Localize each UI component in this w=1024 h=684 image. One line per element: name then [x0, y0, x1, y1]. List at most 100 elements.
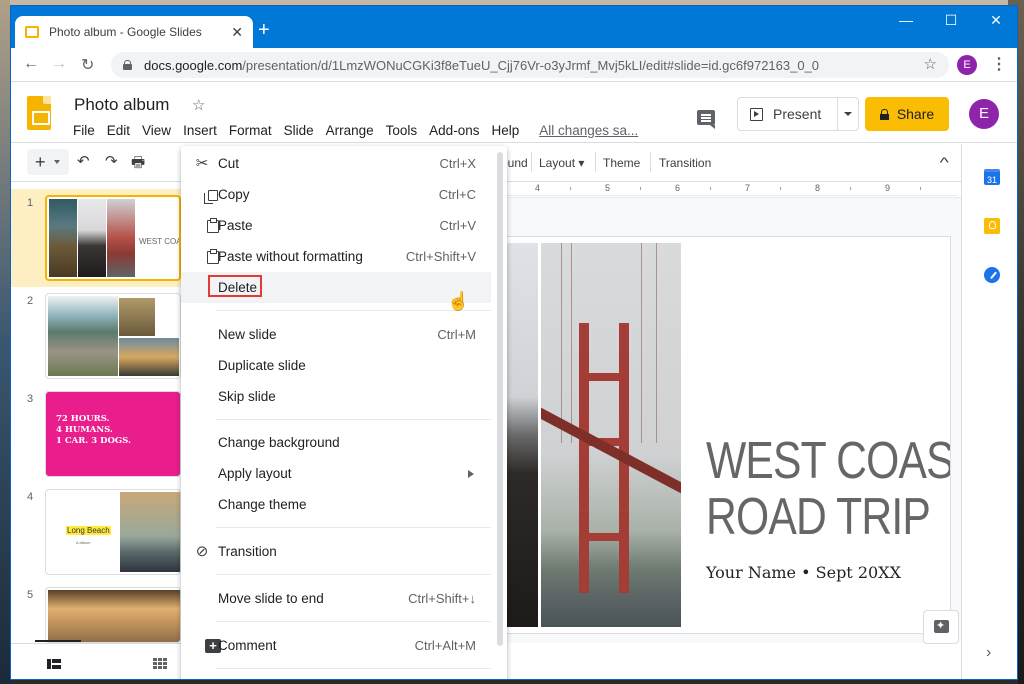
menu-slide[interactable]: Slide: [278, 121, 320, 140]
present-dropdown-button[interactable]: [838, 98, 858, 130]
filmstrip-view-icon[interactable]: [47, 659, 61, 669]
slide-thumbnail[interactable]: 72 HOURS. 4 HUMANS. 1 CAR. 3 DOGS.: [45, 391, 181, 477]
menu-help[interactable]: Help: [485, 121, 525, 140]
menu-edit[interactable]: Edit: [101, 121, 136, 140]
url-host: docs.google.com: [144, 57, 243, 73]
star-document-icon[interactable]: ☆: [192, 96, 205, 114]
menu-item-delete[interactable]: Delete: [181, 272, 491, 303]
menu-view[interactable]: View: [136, 121, 177, 140]
menu-item-label: Duplicate slide: [218, 358, 306, 373]
collapse-toolbar-icon[interactable]: ^: [940, 154, 949, 170]
filmstrip-slide-1[interactable]: 1 WEST COAST ROAD TRIP: [11, 189, 181, 287]
save-status-link[interactable]: All changes sa...: [533, 121, 644, 140]
new-slide-button[interactable]: +: [27, 149, 69, 175]
expand-side-panel-icon[interactable]: ›: [986, 644, 991, 662]
thumb-subtitle: A album: [76, 540, 91, 545]
menu-tools[interactable]: Tools: [380, 121, 424, 140]
browser-profile-avatar[interactable]: E: [957, 55, 977, 75]
menu-insert[interactable]: Insert: [177, 121, 223, 140]
slide-subtitle[interactable]: Your Name • Sept 20XX: [706, 563, 901, 582]
tasks-icon[interactable]: [984, 267, 1000, 283]
thumb-line: 4 HUMANS.: [56, 425, 113, 435]
slides-favicon-icon: [25, 26, 39, 38]
scissors-icon: ✂: [195, 154, 209, 172]
slide-title[interactable]: WEST COAST ROAD TRIP: [706, 433, 950, 545]
menu-scrollbar[interactable]: [497, 152, 503, 646]
grid-view-icon[interactable]: [153, 658, 167, 670]
slides-logo-icon[interactable]: [27, 96, 51, 130]
filmstrip-slide-2[interactable]: 2: [11, 287, 181, 385]
share-button[interactable]: Share: [865, 97, 949, 131]
menu-item-duplicate-slide[interactable]: Duplicate slide: [181, 350, 491, 381]
present-button[interactable]: Present: [738, 98, 839, 130]
undo-icon[interactable]: ↶: [77, 152, 90, 170]
address-bar[interactable]: docs.google.com/presentation/d/1LmzWONuC…: [111, 52, 949, 78]
menu-item-label: Paste: [218, 218, 253, 233]
menu-item-skip-slide[interactable]: Skip slide: [181, 381, 491, 412]
layout-button[interactable]: Layout ▾: [539, 156, 584, 170]
browser-menu-icon[interactable]: ⋮: [991, 54, 1007, 74]
current-slide[interactable]: WEST COAST ROAD TRIP Your Name • Sept 20…: [499, 236, 951, 634]
print-icon[interactable]: 🖶: [131, 152, 145, 177]
menu-file[interactable]: File: [67, 121, 101, 140]
filmstrip-slide-3[interactable]: 3 72 HOURS. 4 HUMANS. 1 CAR. 3 DOGS.: [11, 385, 181, 483]
thumb-photo-hiker: [119, 298, 155, 336]
explore-button[interactable]: [923, 610, 959, 644]
account-avatar[interactable]: E: [969, 99, 999, 129]
reload-button[interactable]: ↻: [81, 55, 94, 75]
menu-arrange[interactable]: Arrange: [320, 121, 380, 140]
close-window-button[interactable]: ✕: [981, 12, 1011, 29]
theme-button[interactable]: Theme: [603, 156, 640, 170]
paste-plain-icon: [193, 248, 219, 266]
forward-button[interactable]: →: [51, 55, 67, 73]
menu-item-change-background[interactable]: Change background: [181, 427, 491, 458]
share-label: Share: [896, 106, 935, 122]
menu-item-shortcut: Ctrl+V: [439, 218, 476, 233]
comment-history-icon[interactable]: [697, 110, 715, 129]
ruler-mark: 9: [885, 183, 891, 193]
slide-thumbnail[interactable]: [45, 293, 181, 379]
menu-item-new-slide[interactable]: New slide Ctrl+M: [181, 319, 491, 350]
bridge-cable: [561, 243, 562, 443]
ruler-tick: [710, 187, 711, 190]
document-title[interactable]: Photo album: [74, 95, 169, 115]
maximize-button[interactable]: ☐: [936, 12, 966, 29]
keep-icon[interactable]: [984, 218, 1000, 234]
menu-item-apply-layout[interactable]: Apply layout: [181, 458, 491, 489]
redo-icon[interactable]: ↷: [105, 152, 118, 170]
new-tab-button[interactable]: +: [258, 20, 270, 40]
transition-button[interactable]: Transition: [659, 156, 711, 170]
filmstrip-slide-4[interactable]: 4 Long Beach A album: [11, 483, 181, 581]
menu-item-cut[interactable]: ✂ Cut Ctrl+X: [181, 148, 491, 179]
back-button[interactable]: ←: [23, 55, 39, 73]
minimize-button[interactable]: —: [891, 12, 921, 28]
menu-format[interactable]: Format: [223, 121, 278, 140]
tab-title: Photo album - Google Slides: [49, 25, 202, 39]
menu-item-label: New slide: [218, 327, 277, 342]
thumb-photo-road: [119, 338, 179, 376]
menu-item-paste-without-formatting[interactable]: Paste without formatting Ctrl+Shift+V: [181, 241, 491, 272]
bookmark-star-icon[interactable]: ☆: [924, 55, 937, 73]
thumb-photo-person: [78, 199, 106, 277]
calendar-icon[interactable]: 31: [984, 169, 1000, 185]
menu-item-copy[interactable]: Copy Ctrl+C: [181, 179, 491, 210]
menu-item-label: Change background: [218, 435, 340, 450]
tab-close-icon[interactable]: ✕: [231, 24, 243, 41]
slide-thumbnail[interactable]: WEST COAST ROAD TRIP: [45, 195, 181, 281]
ruler-tick: [920, 187, 921, 190]
context-menu: ✂ Cut Ctrl+X Copy Ctrl+C Paste Ctrl+V Pa…: [181, 146, 507, 679]
menu-addons[interactable]: Add-ons: [423, 121, 485, 140]
browser-tab[interactable]: Photo album - Google Slides ✕: [15, 16, 253, 48]
menu-item-paste[interactable]: Paste Ctrl+V: [181, 210, 491, 241]
menu-item-transition[interactable]: ⊘ Transition: [181, 536, 491, 567]
slide-thumbnail[interactable]: [45, 587, 181, 643]
menu-divider: [216, 668, 491, 669]
menu-item-comment[interactable]: + Comment Ctrl+Alt+M: [181, 630, 491, 661]
ruler-mark: 6: [675, 183, 681, 193]
url-path: /presentation/d/1LmzWONuCGKi3f8eTueU_Cjj…: [242, 57, 820, 73]
menu-item-change-theme[interactable]: Change theme: [181, 489, 491, 520]
comment-icon: +: [193, 637, 221, 655]
slide-thumbnail[interactable]: Long Beach A album: [45, 489, 181, 575]
slide-number: 5: [27, 589, 34, 601]
menu-item-move-slide-to-end[interactable]: Move slide to end Ctrl+Shift+↓: [181, 583, 491, 614]
